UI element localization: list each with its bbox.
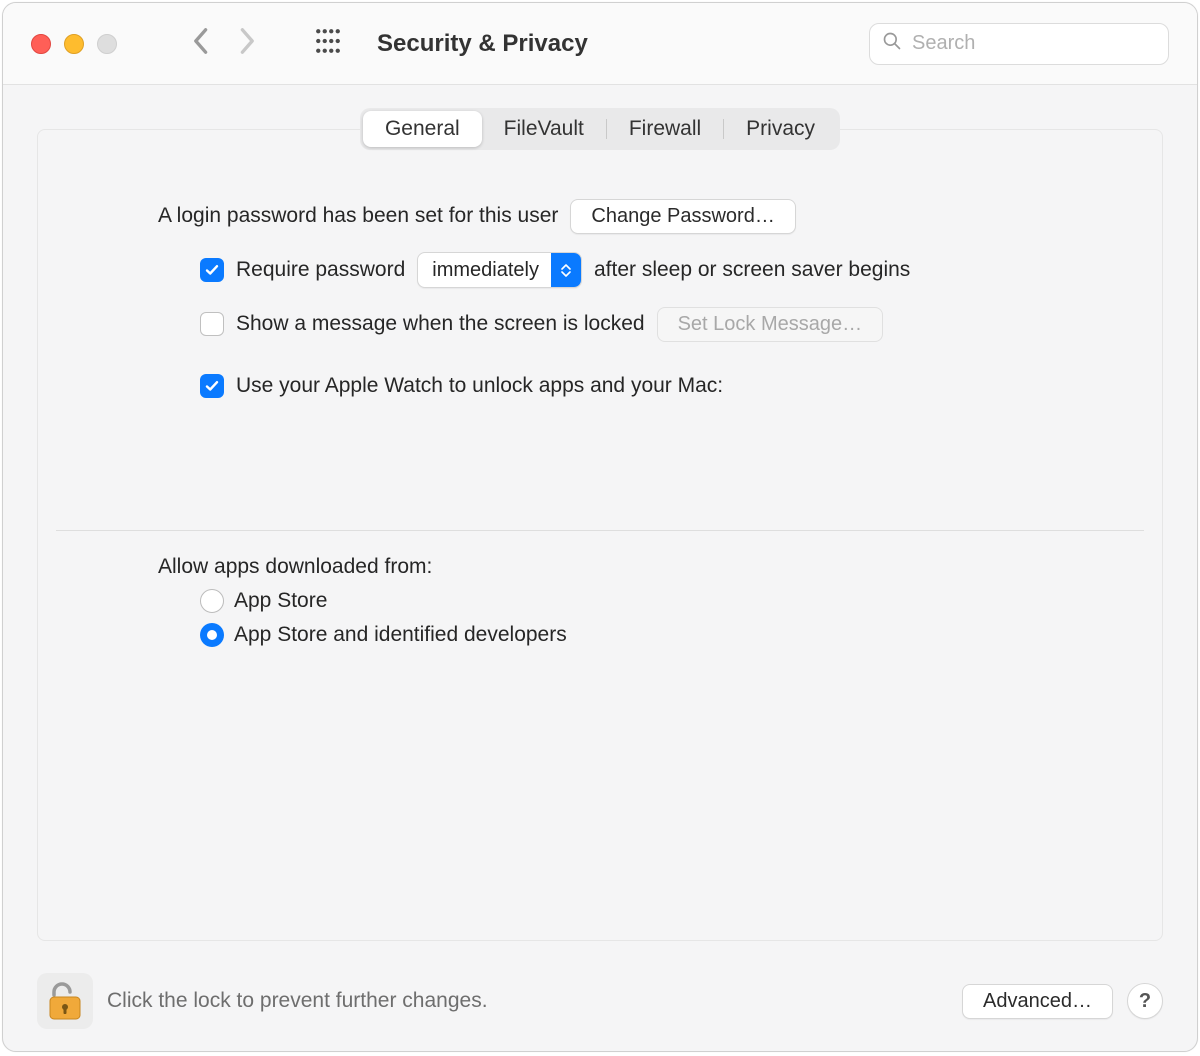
advanced-button[interactable]: Advanced… [962,984,1113,1019]
select-stepper-icon [551,253,581,287]
nav-buttons [191,27,257,60]
login-password-text: A login password has been set for this u… [158,204,558,228]
window-traffic-lights [31,34,117,54]
require-password-suffix: after sleep or screen saver begins [594,258,910,282]
tab-privacy[interactable]: Privacy [724,111,837,147]
search-field[interactable] [869,23,1169,65]
require-password-row: Require password immediately after sleep… [158,250,1062,290]
tab-strip: General FileVault Firewall Privacy [360,108,840,150]
button-label: Advanced… [983,990,1092,1012]
general-form: A login password has been set for this u… [38,156,1162,430]
button-label: Change Password… [591,205,774,227]
radio-row-identified-developers: App Store and identified developers [200,623,1042,647]
radio-identified-developers[interactable] [200,623,224,647]
forward-button[interactable] [239,27,257,60]
set-lock-message-button: Set Lock Message… [657,307,884,342]
require-password-label: Require password [236,258,405,282]
gatekeeper-section: Allow apps downloaded from: App Store Ap… [38,555,1162,647]
zoom-window-button[interactable] [97,34,117,54]
lock-button[interactable] [37,973,93,1029]
allow-apps-radio-group: App Store App Store and identified devel… [158,589,1042,647]
preferences-window: Security & Privacy General FileVault Fir… [2,2,1198,1052]
button-label: Set Lock Message… [678,313,863,335]
tab-firewall[interactable]: Firewall [607,111,723,147]
tab-general[interactable]: General [363,111,482,147]
help-button[interactable]: ? [1127,983,1163,1019]
login-password-row: A login password has been set for this u… [158,196,1062,236]
show-lock-message-row: Show a message when the screen is locked… [158,304,1062,344]
settings-pane: General FileVault Firewall Privacy A log… [37,129,1163,941]
show-lock-message-label: Show a message when the screen is locked [236,312,645,336]
search-input[interactable] [910,31,1156,56]
footer: Click the lock to prevent further change… [3,961,1197,1051]
tab-label: Firewall [629,117,701,140]
show-all-icon[interactable] [315,28,341,59]
unlocked-padlock-icon [46,979,84,1023]
select-value: immediately [418,253,551,287]
search-icon [882,31,902,56]
radio-app-store[interactable] [200,589,224,613]
apple-watch-row: Use your Apple Watch to unlock apps and … [158,366,1062,406]
toolbar: Security & Privacy [3,3,1197,85]
minimize-window-button[interactable] [64,34,84,54]
show-lock-message-checkbox[interactable] [200,312,224,336]
change-password-button[interactable]: Change Password… [570,199,795,234]
section-divider [56,530,1144,531]
apple-watch-label: Use your Apple Watch to unlock apps and … [236,374,723,398]
lock-hint-text: Click the lock to prevent further change… [107,989,488,1013]
tab-filevault[interactable]: FileVault [482,111,606,147]
require-password-checkbox[interactable] [200,258,224,282]
pane-title: Security & Privacy [377,30,588,58]
radio-label: App Store [234,589,327,613]
tab-label: General [385,117,460,140]
question-mark-icon: ? [1139,990,1151,1013]
back-button[interactable] [191,27,209,60]
radio-label: App Store and identified developers [234,623,567,647]
tab-label: FileVault [504,117,584,140]
tab-label: Privacy [746,117,815,140]
content-area: General FileVault Firewall Privacy A log… [3,85,1197,961]
apple-watch-unlock-checkbox[interactable] [200,374,224,398]
require-password-delay-select[interactable]: immediately [417,252,582,288]
close-window-button[interactable] [31,34,51,54]
radio-row-app-store: App Store [200,589,1042,613]
allow-apps-heading: Allow apps downloaded from: [158,555,1042,579]
